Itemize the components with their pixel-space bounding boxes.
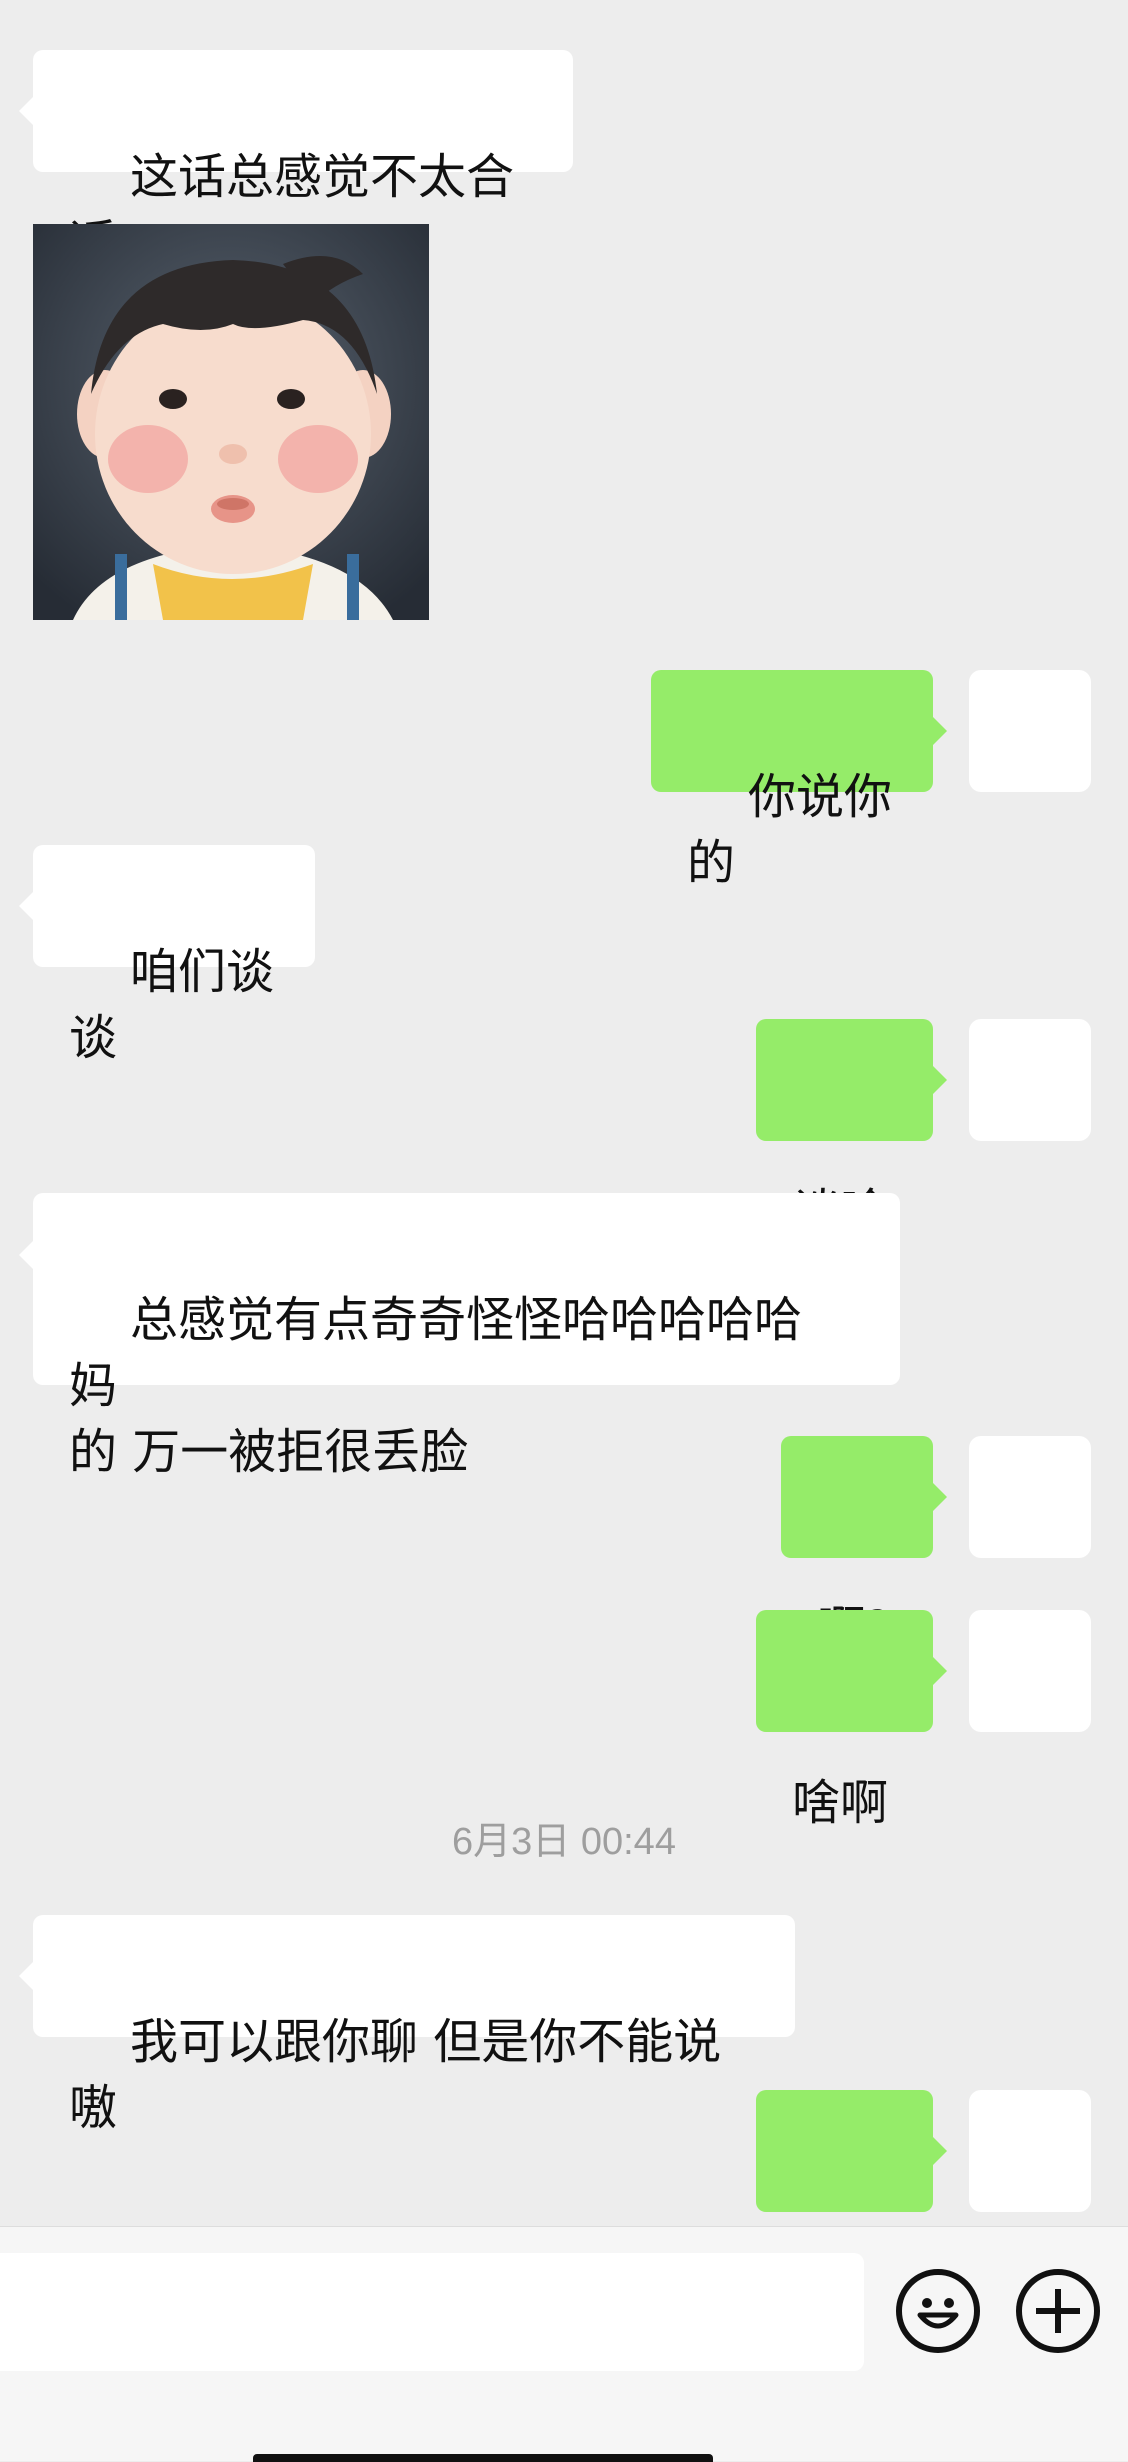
incoming-message[interactable]: 我可以跟你聊 但是你不能说嗷 — [19, 1915, 795, 2136]
message-text: 总感觉有点奇奇怪怪哈哈哈哈哈 妈 的 万一被拒很丢脸 — [69, 1292, 803, 1480]
my-avatar[interactable] — [969, 670, 1091, 792]
my-avatar[interactable] — [969, 2090, 1091, 2212]
baby-face-sticker-icon — [33, 224, 429, 620]
message-input[interactable] — [0, 2253, 864, 2371]
outgoing-message[interactable]: 嗯啊 — [756, 2090, 947, 2311]
message-text: 咱们谈谈 — [69, 944, 275, 1066]
message-text: 我可以跟你聊 但是你不能说嗷 — [69, 2014, 722, 2136]
outgoing-message[interactable]: 你说你的 — [651, 670, 947, 891]
my-avatar[interactable] — [969, 1019, 1091, 1141]
sticker-image[interactable] — [33, 224, 429, 620]
emoji-icon[interactable] — [896, 2269, 980, 2353]
chat-area[interactable]: 这话总感觉不太合适 — [0, 0, 1128, 2311]
outgoing-message[interactable]: 谈啥 — [756, 1019, 947, 1240]
outgoing-message[interactable]: 啥啊 — [756, 1610, 947, 1831]
plus-icon[interactable] — [1016, 2269, 1100, 2353]
my-avatar[interactable] — [969, 1610, 1091, 1732]
outgoing-message[interactable]: 啊? — [781, 1436, 947, 1657]
incoming-message[interactable]: 这话总感觉不太合适 — [19, 50, 573, 271]
message-text: 你说你的 — [687, 769, 893, 891]
timestamp: 6月3日 00:44 — [452, 1821, 676, 1863]
my-avatar[interactable] — [969, 1436, 1091, 1558]
incoming-message[interactable]: 咱们谈谈 — [19, 845, 315, 1066]
input-bar — [0, 2226, 1128, 2462]
incoming-message[interactable]: 总感觉有点奇奇怪怪哈哈哈哈哈 妈 的 万一被拒很丢脸 — [19, 1193, 900, 1480]
